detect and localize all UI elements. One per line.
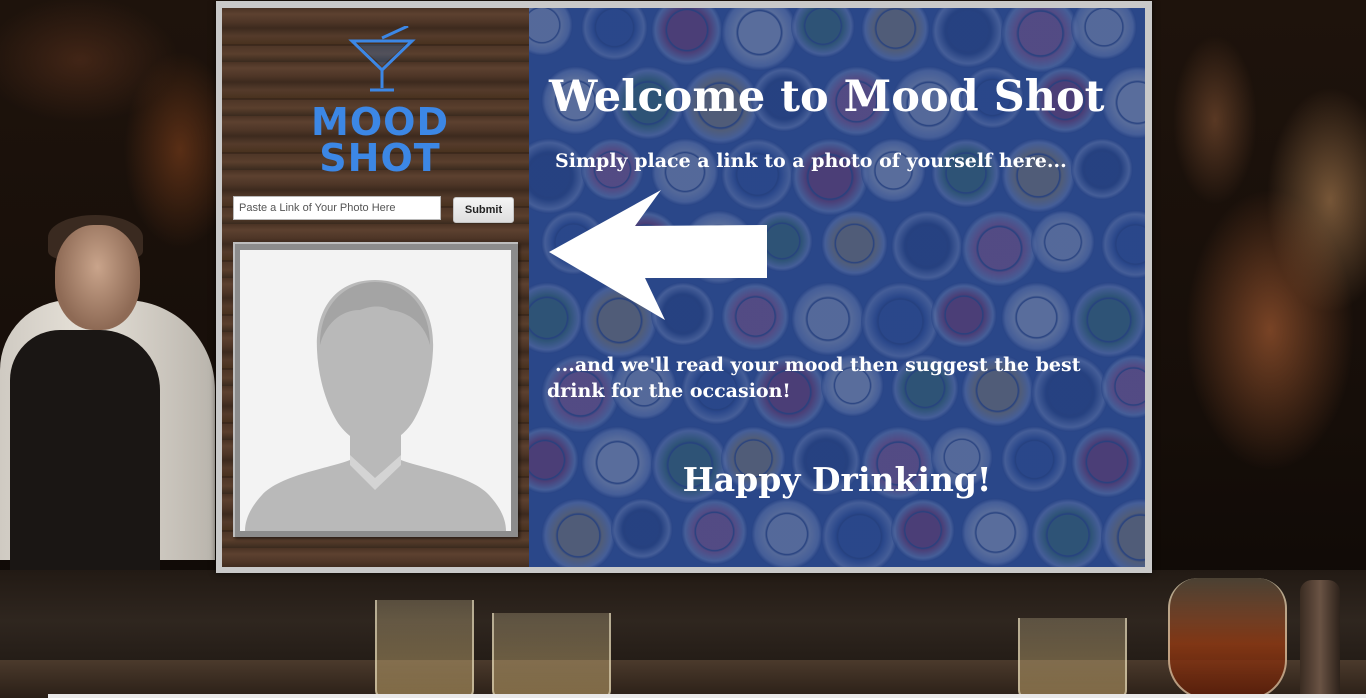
content-panel: Welcome to Mood Shot Simply place a link… [529, 8, 1145, 567]
left-arrow-icon [549, 190, 767, 320]
followup-text: ...and we'll read your mood then suggest… [547, 354, 1081, 402]
martini-glass-icon [348, 26, 416, 92]
page-bottom-strip [48, 694, 1366, 698]
logo-text: MOOD SHOT [310, 100, 450, 180]
photo-preview [240, 250, 511, 531]
drink-glass [375, 600, 474, 698]
logo-word-mood: MOOD [311, 100, 449, 144]
bar-counter-edge [0, 660, 1366, 698]
mood-shot-logo: MOOD SHOT [310, 26, 450, 180]
page-title: Welcome to Mood Shot [549, 72, 1105, 122]
bartender-vest [10, 330, 160, 570]
photo-link-input[interactable] [233, 196, 441, 220]
main-card: MOOD SHOT Submit [216, 1, 1152, 573]
drink-glass [1018, 618, 1127, 698]
beer-glass [1168, 578, 1287, 698]
drink-glass [492, 613, 611, 698]
avatar-placeholder-icon [240, 250, 511, 531]
submit-button[interactable]: Submit [453, 197, 514, 223]
closing-text: Happy Drinking! [682, 460, 992, 499]
bartender-head [55, 225, 140, 330]
logo-word-shot: SHOT [319, 136, 441, 180]
wood-sidebar: MOOD SHOT Submit [222, 8, 529, 567]
bottle [1300, 580, 1340, 698]
instruction-text: Simply place a link to a photo of yourse… [555, 150, 1067, 172]
photo-frame [233, 242, 518, 537]
card-inner: MOOD SHOT Submit [222, 8, 1145, 567]
